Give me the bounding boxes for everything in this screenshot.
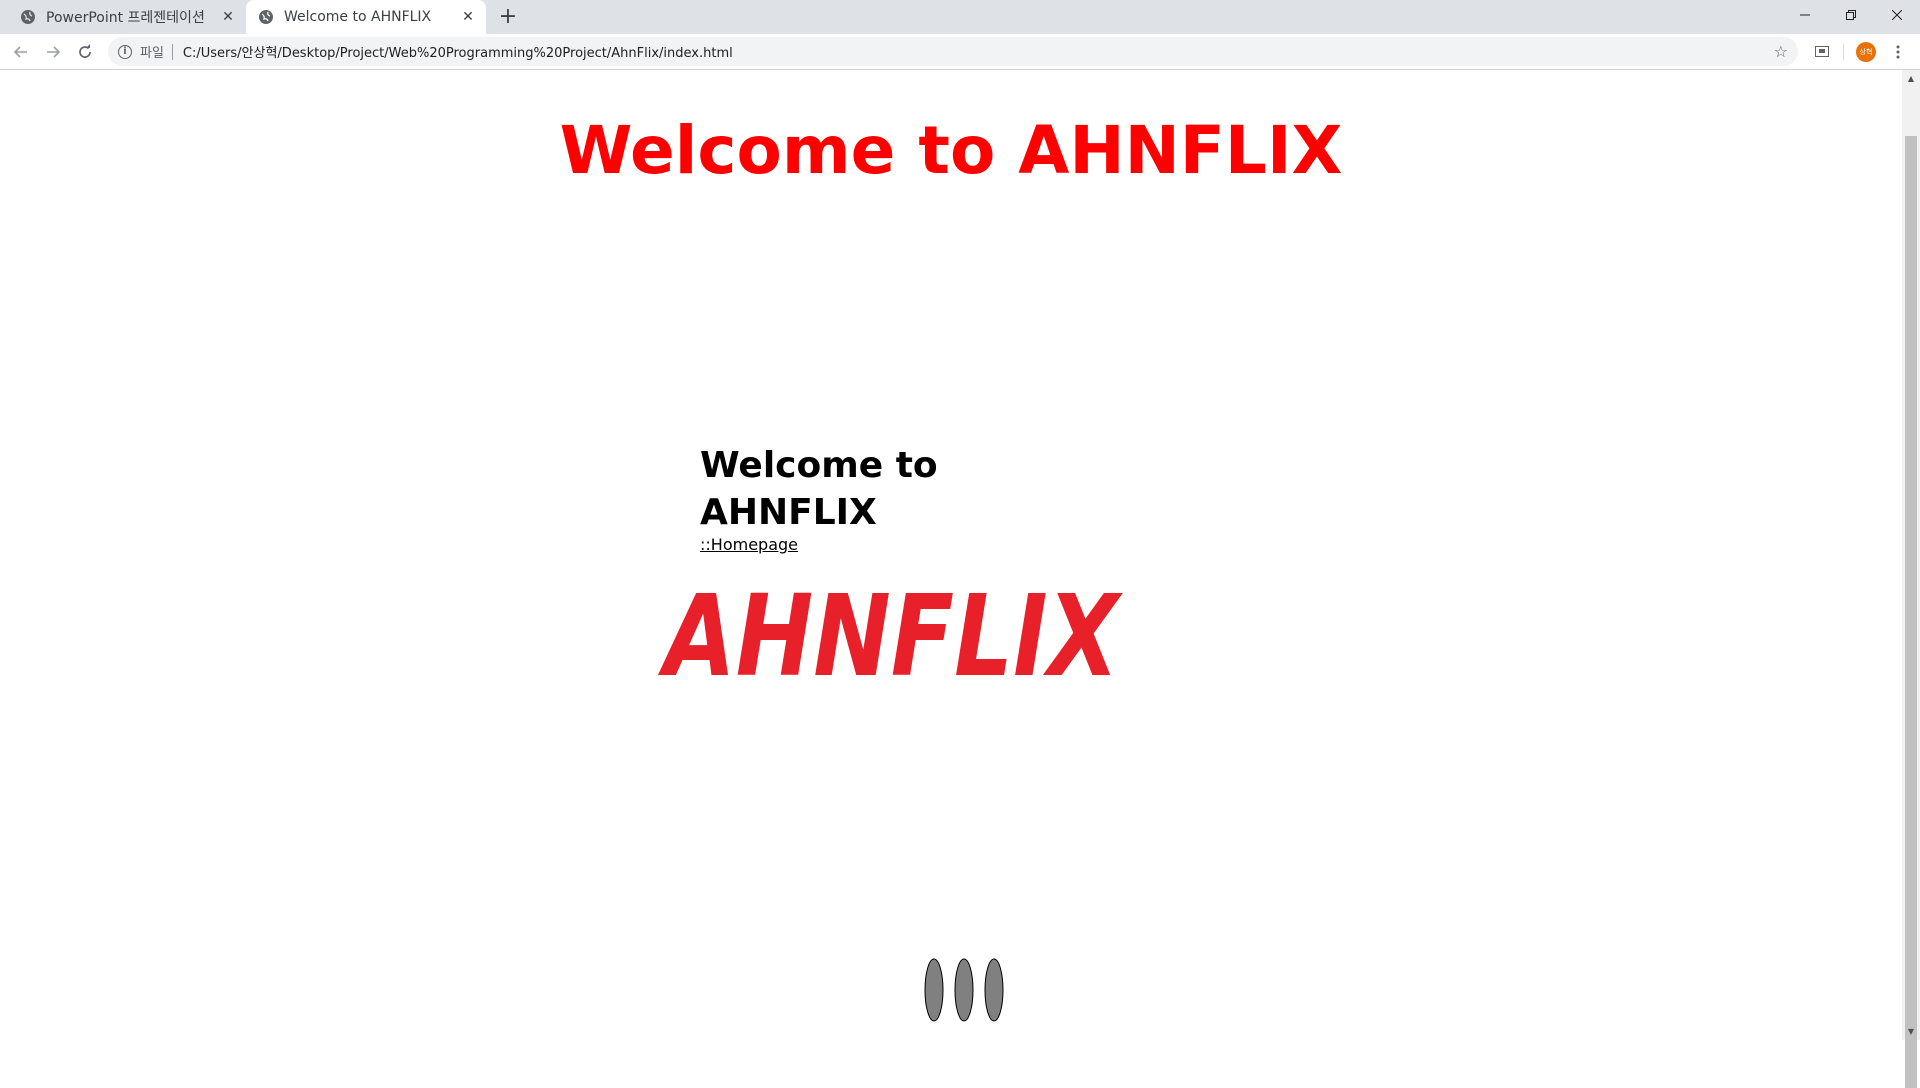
- info-icon[interactable]: i: [118, 44, 132, 59]
- page-title: Welcome to AHNFLIX: [559, 112, 1343, 189]
- slide-dot[interactable]: [924, 958, 944, 1022]
- vertical-scrollbar[interactable]: ▲ ▼: [1902, 70, 1920, 1088]
- slide-dot[interactable]: [954, 958, 974, 1022]
- avatar[interactable]: 상혁: [1856, 42, 1876, 62]
- forward-arrow-icon[interactable]: [40, 39, 66, 65]
- close-window-icon[interactable]: [1874, 0, 1920, 30]
- url-text[interactable]: C:/Users/안상혁/Desktop/Project/Web%20Progr…: [183, 42, 1774, 61]
- back-arrow-icon[interactable]: [8, 39, 34, 65]
- tab-title: PowerPoint 프레젠테이션: [46, 10, 205, 26]
- ahnflix-logo: AHNFLIX: [657, 580, 1122, 690]
- homepage-link[interactable]: ::Homepage: [700, 535, 798, 554]
- close-icon[interactable]: ✕: [218, 7, 238, 27]
- new-tab-button[interactable]: +: [496, 5, 520, 29]
- scheme-label: 파일: [140, 46, 164, 61]
- globe-icon: [258, 9, 274, 25]
- kebab-menu-icon[interactable]: [1888, 42, 1908, 62]
- slide-dot[interactable]: [984, 958, 1004, 1022]
- tab-welcome[interactable]: Welcome to AHNFLIX ✕: [246, 0, 486, 34]
- slide-indicators: [924, 958, 1004, 1022]
- scroll-up-icon[interactable]: ▲: [1902, 70, 1920, 87]
- tab-title: Welcome to AHNFLIX: [284, 9, 432, 25]
- scroll-thumb[interactable]: [1905, 136, 1917, 1088]
- page-viewport: Welcome to AHNFLIX Welcome to AHNFLIX ::…: [0, 70, 1902, 1040]
- logo-text: AHNFLIX: [657, 580, 1122, 690]
- cast-icon[interactable]: [1812, 42, 1832, 62]
- minimize-icon[interactable]: [1782, 0, 1828, 30]
- browser-toolbar: i 파일 C:/Users/안상혁/Desktop/Project/Web%20…: [0, 34, 1920, 70]
- globe-icon: [20, 9, 36, 25]
- star-icon[interactable]: ☆: [1774, 42, 1788, 61]
- tab-powerpoint[interactable]: PowerPoint 프레젠테이션 ✕: [8, 0, 246, 34]
- scroll-down-icon[interactable]: ▼: [1902, 1023, 1920, 1040]
- divider: [171, 43, 173, 60]
- toolbar-divider: [1843, 44, 1844, 60]
- address-bar[interactable]: i 파일 C:/Users/안상혁/Desktop/Project/Web%20…: [108, 37, 1798, 66]
- close-icon[interactable]: ✕: [458, 7, 478, 27]
- restore-icon[interactable]: [1828, 0, 1874, 30]
- tab-strip: PowerPoint 프레젠테이션 ✕ Welcome to AHNFLIX ✕…: [0, 0, 1920, 34]
- reload-icon[interactable]: [72, 39, 98, 65]
- side-heading: Welcome to AHNFLIX: [700, 445, 938, 533]
